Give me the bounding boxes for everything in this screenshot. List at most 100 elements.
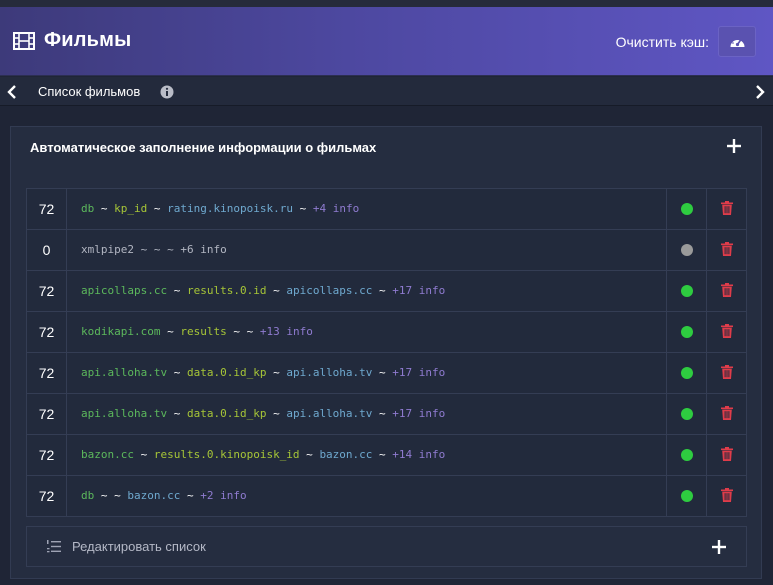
status-dot-icon[interactable] [681,285,693,297]
trash-icon[interactable] [721,201,733,215]
table-row[interactable]: 72 bazon.cc ~ results.0.kinopoisk_id ~ ba… [27,435,746,476]
plus-icon[interactable] [727,139,741,153]
clear-cache-button[interactable] [718,26,756,57]
rule-segment: ~ ~ [226,325,260,338]
rule-chain[interactable]: db ~ kp_id ~ rating.kinopoisk.ru ~ +4 in… [81,202,359,215]
film-icon [13,32,35,50]
rule-chain[interactable]: db ~ ~ bazon.cc ~ +2 info [81,489,247,502]
rule-chain[interactable]: apicollaps.cc ~ results.0.id ~ apicollap… [81,284,445,297]
rule-segment: results [180,325,227,338]
rule-segment: ~ [292,202,313,215]
rule-segment: xmlpipe2 ~ ~ ~ +6 info [81,243,227,256]
info-icon[interactable] [160,85,174,99]
rule-segment: bazon.cc [319,448,373,461]
rule-segment: +17 info [392,407,446,420]
rule-segment: results.0.id [186,284,267,297]
row-count: 72 [27,271,67,311]
rule-segment: ~ [372,366,393,379]
rule-chain[interactable]: api.alloha.tv ~ data.0.id_kp ~ api.alloh… [81,407,445,420]
plus-icon[interactable] [712,540,726,554]
status-dot-icon[interactable] [681,490,693,502]
status-cell [666,271,707,311]
rule-segment: ~ [147,202,168,215]
rule-segment: apicollaps.cc [286,284,373,297]
row-count: 0 [27,230,67,270]
rule-segment: data.0.id_kp [186,407,267,420]
rule-segment: rating.kinopoisk.ru [167,202,293,215]
table-row[interactable]: 72 db ~ kp_id ~ rating.kinopoisk.ru ~ +4 … [27,189,746,230]
row-count: 72 [27,394,67,434]
status-cell [666,230,707,270]
trash-icon[interactable] [721,447,733,461]
rule-segment: ~ [160,325,181,338]
rule-segment: ~ [266,407,287,420]
table-row[interactable]: 72 kodikapi.com ~ results ~ ~ +13 info [27,312,746,353]
rule-segment: api.alloha.tv [286,366,373,379]
row-count: 72 [27,353,67,393]
trash-icon[interactable] [721,324,733,338]
chevron-right-icon[interactable] [753,84,767,100]
status-cell [666,435,707,475]
rule-segment: +13 info [259,325,313,338]
trash-icon[interactable] [721,488,733,502]
status-dot-icon[interactable] [681,203,693,215]
status-dot-icon[interactable] [681,326,693,338]
rule-chain[interactable]: kodikapi.com ~ results ~ ~ +13 info [81,325,313,338]
status-cell [666,312,707,352]
autofill-panel: Автоматическое заполнение информации о ф… [10,126,762,579]
breadcrumb: Список фильмов [38,84,141,99]
rule-segment: kp_id [114,202,148,215]
rule-segment: results.0.kinopoisk_id [153,448,300,461]
table-row[interactable]: 72 api.alloha.tv ~ data.0.id_kp ~ api.all… [27,394,746,435]
status-cell [666,394,707,434]
rule-segment: +2 info [200,489,247,502]
rule-segment: +4 info [312,202,360,215]
rule-segment: ~ [266,284,287,297]
row-count: 72 [27,476,67,516]
breadcrumb-bar: Список фильмов [0,77,773,106]
rule-segment: ~ [372,284,393,297]
rule-chain[interactable]: xmlpipe2 ~ ~ ~ +6 info [81,243,227,256]
rule-segment: db [81,202,95,215]
panel-title: Автоматическое заполнение информации о ф… [30,140,377,155]
status-cell [666,476,707,516]
trash-icon[interactable] [721,406,733,420]
rule-segment: api.alloha.tv [81,366,168,379]
rule-segment: ~ [94,202,115,215]
rule-segment: api.alloha.tv [81,407,168,420]
rule-segment: ~ [372,407,393,420]
rule-segment: db [81,489,95,502]
table-row[interactable]: 72 api.alloha.tv ~ data.0.id_kp ~ api.all… [27,353,746,394]
rule-chain[interactable]: api.alloha.tv ~ data.0.id_kp ~ api.alloh… [81,366,445,379]
table-row[interactable]: 72 db ~ ~ bazon.cc ~ +2 info [27,476,746,517]
page-header: Фильмы Очистить кэш: [0,7,773,76]
trash-icon[interactable] [721,242,733,256]
table-row[interactable]: 0 xmlpipe2 ~ ~ ~ +6 info [27,230,746,271]
status-cell [666,353,707,393]
clear-cache-label: Очистить кэш: [615,34,709,50]
row-count: 72 [27,312,67,352]
row-count: 72 [27,435,67,475]
rule-segment: bazon.cc [81,448,134,461]
status-dot-icon[interactable] [681,449,693,461]
chevron-left-icon[interactable] [5,84,19,100]
rule-segment: ~ [133,448,154,461]
trash-icon[interactable] [721,283,733,297]
status-dot-icon[interactable] [681,408,693,420]
rule-segment: ~ [372,448,393,461]
status-dot-icon[interactable] [681,244,693,256]
rule-segment: api.alloha.tv [286,407,373,420]
rule-segment: ~ [266,366,287,379]
rule-segment: +14 info [392,448,446,461]
rule-segment: ~ ~ [94,489,128,502]
edit-list-button[interactable]: Редактировать список [26,526,747,567]
trash-icon[interactable] [721,365,733,379]
rule-segment: ~ [167,366,187,379]
rule-chain[interactable]: bazon.cc ~ results.0.kinopoisk_id ~ bazo… [81,448,445,461]
rule-segment: ~ [180,489,201,502]
table-row[interactable]: 72 apicollaps.cc ~ results.0.id ~ apicoll… [27,271,746,312]
rule-segment: +17 info [392,284,446,297]
rule-segment: apicollaps.cc [81,284,168,297]
rule-segment: kodikapi.com [81,325,161,338]
status-dot-icon[interactable] [681,367,693,379]
